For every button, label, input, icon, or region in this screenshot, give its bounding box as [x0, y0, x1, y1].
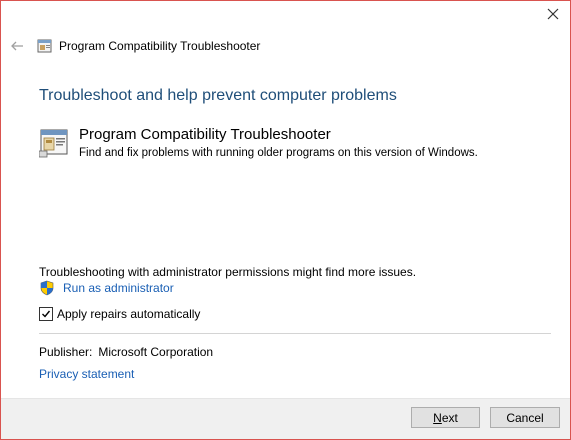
run-as-administrator-label[interactable]: Run as administrator	[63, 281, 174, 295]
program-compatibility-icon	[39, 129, 68, 158]
checkmark-icon	[42, 310, 51, 318]
run-as-administrator-link[interactable]: Run as administrator	[39, 280, 174, 296]
publisher-value: Microsoft Corporation	[98, 345, 214, 359]
apply-repairs-label[interactable]: Apply repairs automatically	[57, 307, 200, 321]
troubleshooter-option[interactable]: Program Compatibility Troubleshooter Fin…	[39, 125, 478, 161]
window-title: Program Compatibility Troubleshooter	[59, 39, 261, 53]
publisher-info: Publisher: Microsoft Corporation	[39, 345, 213, 359]
footer-bar: Next Cancel	[1, 398, 570, 439]
next-button-label: Next	[433, 410, 458, 425]
apply-repairs-checkbox[interactable]	[39, 307, 53, 321]
next-button[interactable]: Next	[411, 407, 480, 428]
title-bar: Program Compatibility Troubleshooter	[9, 38, 260, 54]
option-text: Program Compatibility Troubleshooter Fin…	[79, 125, 478, 161]
option-title: Program Compatibility Troubleshooter	[79, 126, 331, 143]
publisher-label: Publisher:	[39, 345, 93, 359]
back-arrow-icon[interactable]	[9, 38, 25, 54]
privacy-statement-link[interactable]: Privacy statement	[39, 365, 134, 383]
cancel-button-label: Cancel	[506, 410, 544, 425]
admin-note: Troubleshooting with administrator permi…	[39, 265, 417, 279]
divider	[39, 333, 551, 334]
cancel-button[interactable]: Cancel	[490, 407, 560, 428]
option-description: Find and fix problems with running older…	[79, 147, 478, 159]
close-icon[interactable]	[546, 7, 560, 21]
privacy-statement-label[interactable]: Privacy statement	[39, 367, 134, 381]
program-compatibility-icon	[37, 39, 52, 53]
uac-shield-icon	[40, 280, 54, 296]
troubleshooter-window: Program Compatibility Troubleshooter Tro…	[0, 0, 571, 440]
apply-repairs-row: Apply repairs automatically	[39, 307, 200, 321]
page-heading: Troubleshoot and help prevent computer p…	[39, 87, 397, 104]
